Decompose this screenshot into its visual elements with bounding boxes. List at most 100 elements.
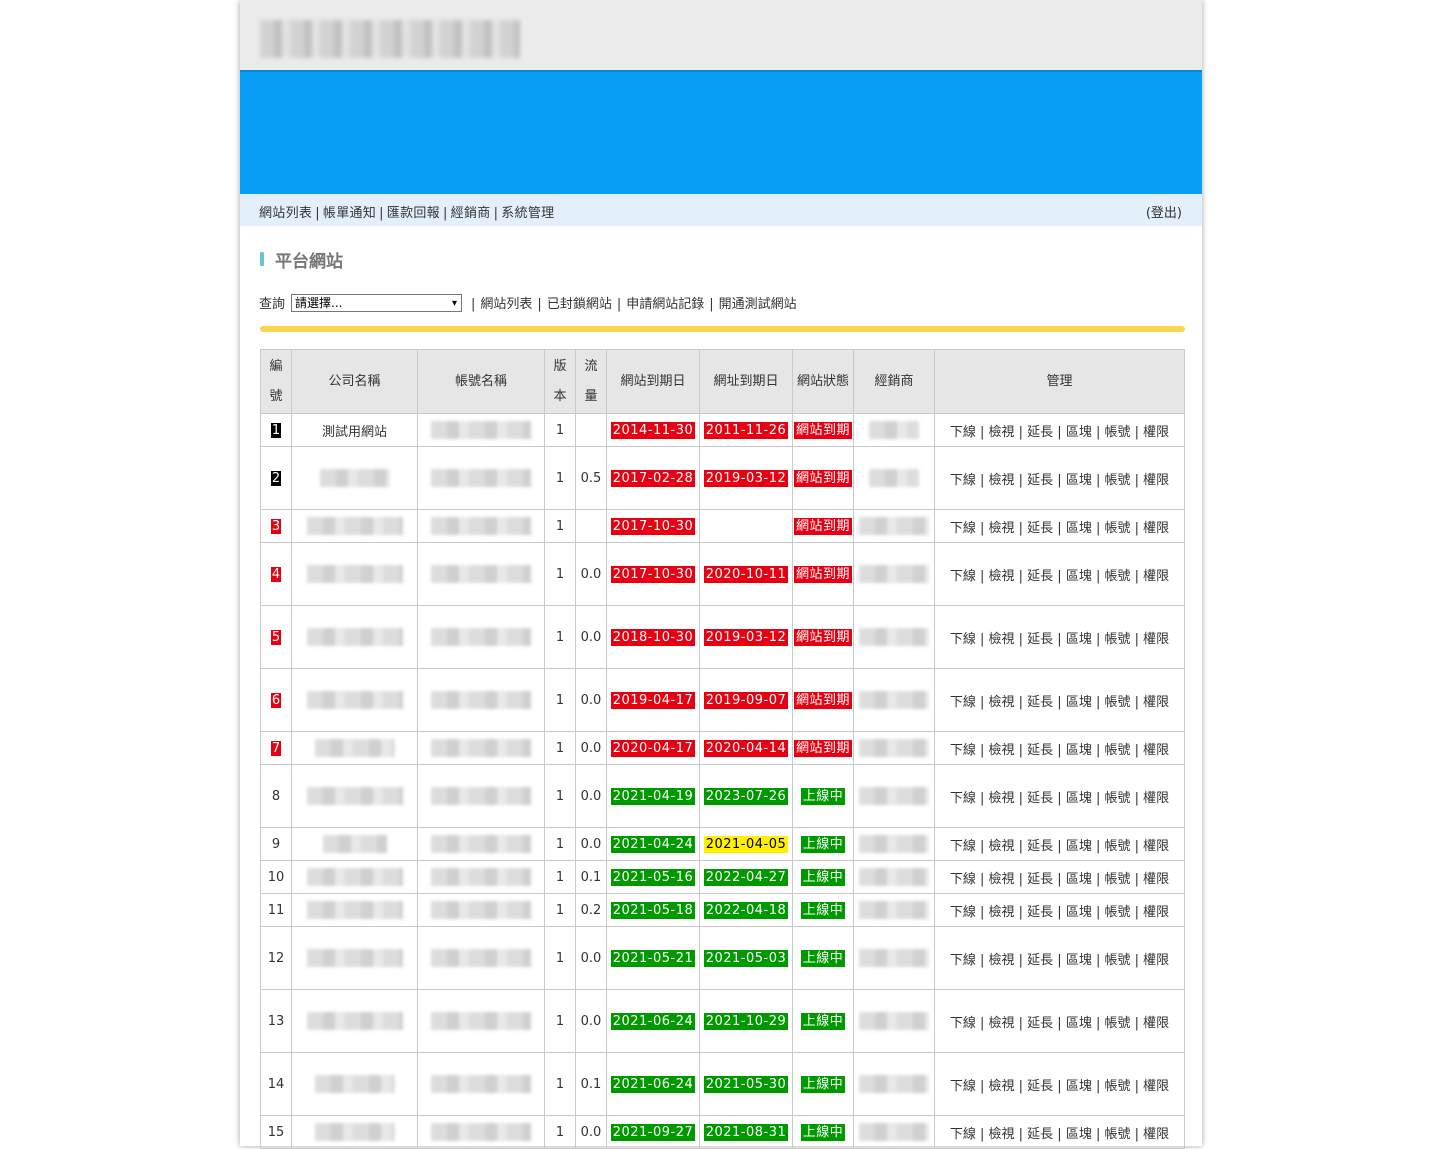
action-link[interactable]: 下線 (950, 1079, 976, 1094)
action-link[interactable]: 帳號 (1105, 569, 1131, 584)
query-link[interactable]: 網站列表 (480, 297, 532, 312)
action-link[interactable]: 帳號 (1105, 1127, 1131, 1142)
action-link[interactable]: 下線 (950, 743, 976, 758)
action-link[interactable]: 檢視 (988, 905, 1014, 920)
action-link[interactable]: 下線 (950, 473, 976, 488)
action-link[interactable]: 下線 (950, 872, 976, 887)
action-link[interactable]: 權限 (1143, 1079, 1169, 1094)
action-link[interactable]: 延長 (1027, 695, 1053, 710)
action-link[interactable]: 延長 (1027, 632, 1053, 647)
action-link[interactable]: 帳號 (1105, 743, 1131, 758)
action-link[interactable]: 延長 (1027, 473, 1053, 488)
action-link[interactable]: 區塊 (1066, 695, 1092, 710)
action-link[interactable]: 下線 (950, 632, 976, 647)
action-link[interactable]: 權限 (1143, 425, 1169, 440)
action-link[interactable]: 下線 (950, 695, 976, 710)
action-link[interactable]: 區塊 (1066, 425, 1092, 440)
action-link[interactable]: 區塊 (1066, 743, 1092, 758)
action-link[interactable]: 區塊 (1066, 953, 1092, 968)
action-link[interactable]: 檢視 (988, 569, 1014, 584)
action-link[interactable]: 權限 (1143, 521, 1169, 536)
action-link[interactable]: 區塊 (1066, 521, 1092, 536)
nav-item[interactable]: 網站列表 (259, 206, 312, 221)
action-link[interactable]: 下線 (950, 791, 976, 806)
action-link[interactable]: 延長 (1027, 839, 1053, 854)
action-link[interactable]: 延長 (1027, 521, 1053, 536)
action-link[interactable]: 下線 (950, 953, 976, 968)
action-link[interactable]: 檢視 (988, 743, 1014, 758)
action-link[interactable]: 延長 (1027, 905, 1053, 920)
action-link[interactable]: 延長 (1027, 1079, 1053, 1094)
action-link[interactable]: 下線 (950, 521, 976, 536)
action-link[interactable]: 權限 (1143, 872, 1169, 887)
action-link[interactable]: 下線 (950, 569, 976, 584)
action-link[interactable]: 延長 (1027, 425, 1053, 440)
action-link[interactable]: 下線 (950, 905, 976, 920)
action-link[interactable]: 帳號 (1105, 425, 1131, 440)
nav-item[interactable]: 帳單通知 (323, 206, 376, 221)
action-link[interactable]: 下線 (950, 839, 976, 854)
action-link[interactable]: 區塊 (1066, 1016, 1092, 1031)
action-link[interactable]: 檢視 (988, 425, 1014, 440)
action-link[interactable]: 帳號 (1105, 905, 1131, 920)
action-link[interactable]: 延長 (1027, 1127, 1053, 1142)
action-link[interactable]: 區塊 (1066, 632, 1092, 647)
action-link[interactable]: 檢視 (988, 791, 1014, 806)
action-link[interactable]: 延長 (1027, 791, 1053, 806)
action-link[interactable]: 檢視 (988, 1127, 1014, 1142)
query-link[interactable]: 已封鎖網站 (547, 297, 612, 312)
action-link[interactable]: 帳號 (1105, 521, 1131, 536)
nav-item[interactable]: 匯款回報 (387, 206, 440, 221)
action-link[interactable]: 下線 (950, 1016, 976, 1031)
action-link[interactable]: 區塊 (1066, 473, 1092, 488)
action-link[interactable]: 檢視 (988, 1079, 1014, 1094)
action-link[interactable]: 帳號 (1105, 791, 1131, 806)
action-link[interactable]: 帳號 (1105, 1079, 1131, 1094)
action-link[interactable]: 權限 (1143, 695, 1169, 710)
action-link[interactable]: 區塊 (1066, 1079, 1092, 1094)
nav-item[interactable]: 經銷商 (451, 206, 491, 221)
action-link[interactable]: 區塊 (1066, 872, 1092, 887)
action-link[interactable]: 區塊 (1066, 839, 1092, 854)
action-link[interactable]: 延長 (1027, 1016, 1053, 1031)
action-link[interactable]: 帳號 (1105, 632, 1131, 647)
action-link[interactable]: 檢視 (988, 872, 1014, 887)
action-link[interactable]: 下線 (950, 425, 976, 440)
logout-link[interactable]: (登出) (1146, 206, 1182, 221)
action-link[interactable]: 延長 (1027, 872, 1053, 887)
action-link[interactable]: 延長 (1027, 569, 1053, 584)
action-link[interactable]: 帳號 (1105, 473, 1131, 488)
query-select[interactable]: 請選擇... ▾ (291, 293, 463, 312)
nav-item[interactable]: 系統管理 (501, 206, 554, 221)
action-link[interactable]: 權限 (1143, 743, 1169, 758)
action-link[interactable]: 權限 (1143, 905, 1169, 920)
action-link[interactable]: 權限 (1143, 791, 1169, 806)
action-link[interactable]: 權限 (1143, 632, 1169, 647)
action-link[interactable]: 檢視 (988, 1016, 1014, 1031)
action-link[interactable]: 區塊 (1066, 569, 1092, 584)
query-link[interactable]: 開通測試網站 (719, 297, 797, 312)
action-link[interactable]: 權限 (1143, 953, 1169, 968)
action-link[interactable]: 區塊 (1066, 905, 1092, 920)
action-link[interactable]: 帳號 (1105, 695, 1131, 710)
action-link[interactable]: 檢視 (988, 473, 1014, 488)
action-link[interactable]: 帳號 (1105, 953, 1131, 968)
action-link[interactable]: 權限 (1143, 473, 1169, 488)
action-link[interactable]: 檢視 (988, 953, 1014, 968)
action-link[interactable]: 權限 (1143, 1016, 1169, 1031)
action-link[interactable]: 權限 (1143, 1127, 1169, 1142)
action-link[interactable]: 區塊 (1066, 1127, 1092, 1142)
action-link[interactable]: 區塊 (1066, 791, 1092, 806)
action-link[interactable]: 帳號 (1105, 872, 1131, 887)
action-link[interactable]: 延長 (1027, 953, 1053, 968)
action-link[interactable]: 檢視 (988, 695, 1014, 710)
action-link[interactable]: 帳號 (1105, 839, 1131, 854)
action-link[interactable]: 帳號 (1105, 1016, 1131, 1031)
action-link[interactable]: 下線 (950, 1127, 976, 1142)
action-link[interactable]: 權限 (1143, 839, 1169, 854)
action-link[interactable]: 權限 (1143, 569, 1169, 584)
action-link[interactable]: 延長 (1027, 743, 1053, 758)
action-link[interactable]: 檢視 (988, 632, 1014, 647)
action-link[interactable]: 檢視 (988, 839, 1014, 854)
query-link[interactable]: 申請網站記錄 (626, 297, 704, 312)
